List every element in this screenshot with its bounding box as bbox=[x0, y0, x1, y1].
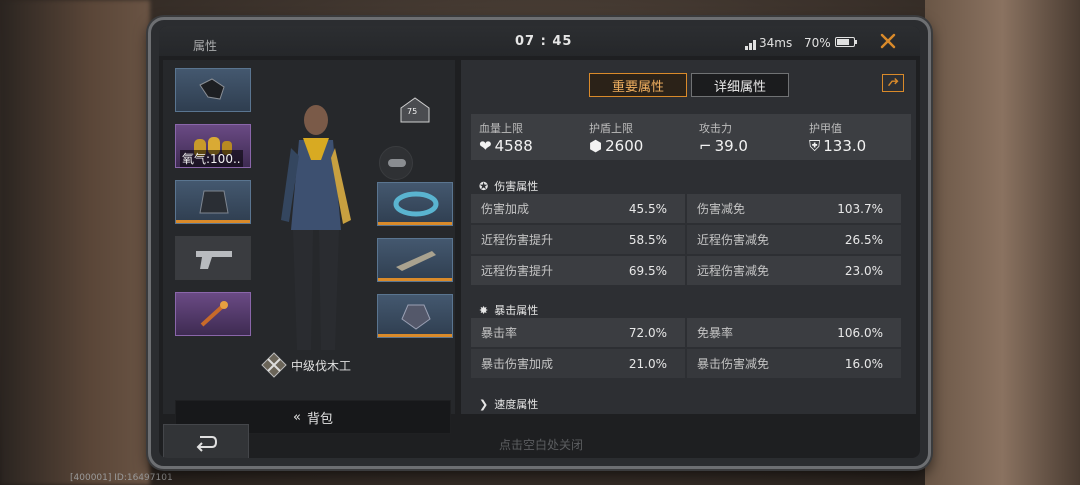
equip-slot-pistol[interactable] bbox=[175, 236, 251, 280]
stat-max-hp: 血量上限 ❤ 4588 bbox=[479, 122, 533, 155]
table-row: 近程伤害提升 58.5% 近程伤害减免 26.5% bbox=[471, 225, 901, 254]
speed-icon: ❯ bbox=[479, 397, 489, 411]
background-left bbox=[0, 0, 150, 485]
gun-icon: ⌐ bbox=[699, 137, 712, 155]
gadget-icon bbox=[401, 304, 431, 330]
signal-icon bbox=[745, 40, 757, 50]
table-row: 暴击率 72.0% 免暴率 106.0% bbox=[471, 318, 901, 347]
tab-detailed-attributes[interactable]: 详细属性 bbox=[691, 73, 789, 97]
durability-bar bbox=[378, 278, 452, 281]
title-emblem-icon bbox=[261, 352, 287, 378]
helmet-icon bbox=[199, 78, 225, 100]
equipment-panel: 氧气:100.. 75 中级伐木工 « 背包 bbox=[163, 60, 455, 434]
window-title: 属性 bbox=[193, 39, 218, 53]
close-hint: 点击空白处关闭 bbox=[499, 438, 584, 452]
battery-icon bbox=[835, 37, 857, 47]
armor-icon: ⛨ bbox=[809, 137, 821, 155]
durability-bar bbox=[176, 220, 250, 223]
table-row: 远程伤害提升 69.5% 远程伤害减免 23.0% bbox=[471, 256, 901, 285]
attribute-panel: 重要属性 详细属性 血量上限 ❤ 4588 护盾上限 ⬢ 2600 攻击力 ⌐ 39. bbox=[461, 60, 916, 414]
durability-bar bbox=[378, 222, 452, 225]
equip-slot-ring[interactable] bbox=[377, 182, 453, 226]
double-chevron-left-icon: « bbox=[293, 409, 301, 425]
torch-icon bbox=[200, 301, 228, 327]
tab-important-attributes[interactable]: 重要属性 bbox=[589, 73, 687, 97]
table-row: 暴击伤害加成 21.0% 暴击伤害减免 16.0% bbox=[471, 349, 901, 378]
pistol-icon bbox=[196, 251, 232, 269]
ring-icon bbox=[393, 191, 439, 217]
speed-section-header: ❯ 速度属性 bbox=[479, 397, 539, 412]
oxygen-label: 氧气:100.. bbox=[180, 150, 243, 167]
stat-armor: 护甲值 ⛨ 133.0 bbox=[809, 122, 867, 155]
bullet-icon bbox=[388, 159, 406, 167]
return-arrow-icon bbox=[196, 436, 218, 452]
equip-slot-blade[interactable] bbox=[377, 238, 453, 282]
equip-slot-oxygen[interactable]: 氧气:100.. bbox=[175, 124, 251, 168]
equip-slot-melee[interactable] bbox=[175, 292, 251, 336]
background-right bbox=[925, 0, 1080, 485]
top-bar: 属性 07 : 45 34ms 70% bbox=[159, 26, 920, 56]
summary-stats: 血量上限 ❤ 4588 护盾上限 ⬢ 2600 攻击力 ⌐ 39.0 护甲值 ⛨ 133… bbox=[471, 114, 911, 160]
durability-bar bbox=[378, 334, 452, 337]
equip-slot-armor[interactable] bbox=[175, 180, 251, 224]
crit-section-header: ✸ 暴击属性 bbox=[479, 303, 539, 318]
equip-slot-gadget[interactable] bbox=[377, 294, 453, 338]
stat-max-shield: 护盾上限 ⬢ 2600 bbox=[589, 122, 644, 155]
clock: 07 : 45 bbox=[515, 34, 573, 49]
rank-level: 75 bbox=[407, 107, 418, 116]
heart-icon: ❤ bbox=[479, 137, 492, 155]
blade-icon bbox=[396, 251, 436, 271]
equip-slot-accessory[interactable] bbox=[379, 146, 413, 180]
shield-icon: ⬢ bbox=[589, 137, 603, 155]
battery-percent: 70% bbox=[804, 36, 831, 50]
damage-section-header: ✪ 伤害属性 bbox=[479, 179, 539, 194]
bag-button-label: 背包 bbox=[306, 411, 333, 427]
close-icon[interactable] bbox=[877, 30, 899, 52]
damage-icon: ✪ bbox=[479, 179, 489, 193]
ping-text: 34ms bbox=[759, 36, 793, 50]
character-title: 中级伐木工 bbox=[291, 359, 352, 373]
crit-icon: ✸ bbox=[479, 303, 489, 317]
tablet-screen: 属性 07 : 45 34ms 70% 氧气:100.. 75 中级伐木工 « … bbox=[159, 26, 920, 458]
tablet-frame: 属性 07 : 45 34ms 70% 氧气:100.. 75 中级伐木工 « … bbox=[148, 17, 931, 469]
character-model bbox=[281, 105, 351, 350]
stat-attack: 攻击力 ⌐ 39.0 bbox=[699, 122, 748, 155]
share-icon[interactable] bbox=[882, 74, 904, 92]
debug-id: [400001] ID:16497101 bbox=[70, 473, 173, 483]
table-row: 伤害加成 45.5% 伤害减免 103.7% bbox=[471, 194, 901, 223]
back-button[interactable] bbox=[163, 424, 249, 458]
equip-slot-helmet[interactable] bbox=[175, 68, 251, 112]
attribute-tabs: 重要属性 详细属性 bbox=[589, 73, 789, 97]
armor-vest-icon bbox=[199, 190, 229, 214]
